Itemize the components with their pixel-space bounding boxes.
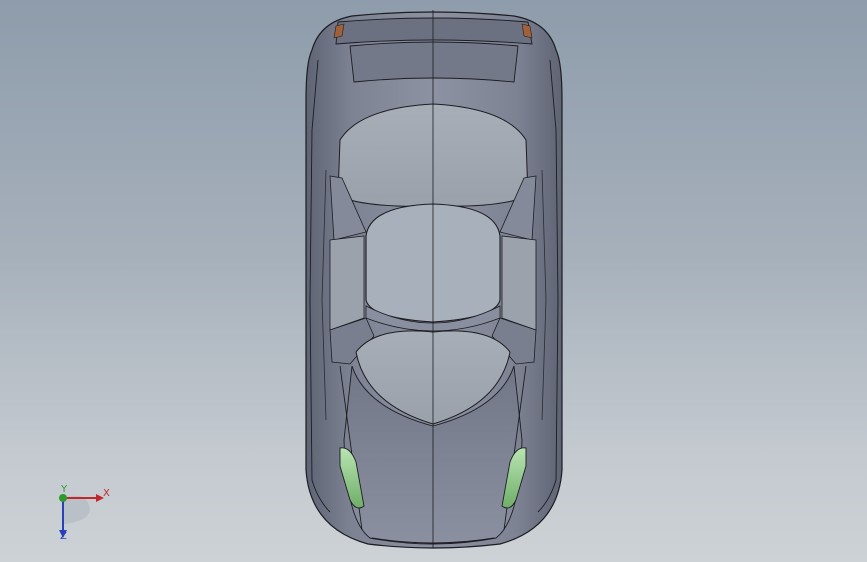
right-side-window: [501, 235, 537, 331]
rear-spoiler: [349, 41, 519, 83]
reference-triad: X Y Z: [48, 480, 118, 550]
car-body-model[interactable]: [0, 0, 867, 562]
triad-x-label: X: [103, 488, 110, 499]
triad-y-label: Y: [61, 484, 68, 495]
graphics-viewport[interactable]: X Y Z: [0, 0, 867, 562]
left-side-window: [329, 235, 365, 331]
triad-z-label: Z: [60, 531, 67, 542]
rear-deck: [335, 17, 533, 45]
